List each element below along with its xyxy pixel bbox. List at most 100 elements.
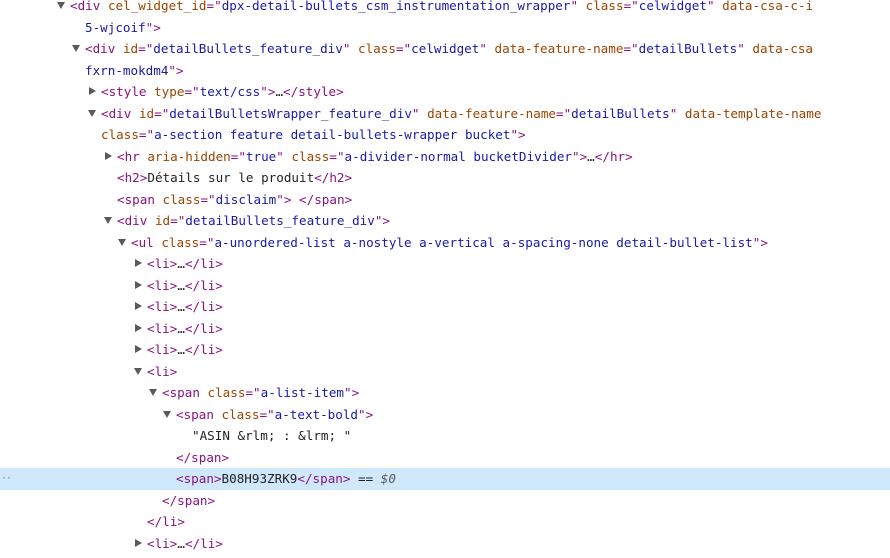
- dom-node-row[interactable]: <li>…</li>: [0, 296, 890, 318]
- dom-node-row[interactable]: </li>: [0, 511, 890, 533]
- expand-triangle-icon[interactable]: [135, 538, 142, 547]
- collapse-triangle-icon[interactable]: [88, 109, 96, 117]
- markup-token-val: a-section feature detail-bullets-wrapper…: [154, 127, 511, 142]
- collapse-triangle-icon[interactable]: [163, 410, 171, 418]
- markup-token-punct: </: [299, 191, 315, 207]
- markup-token-attr: class: [291, 148, 330, 164]
- markup-token-attr: class: [207, 385, 246, 400]
- dom-node-row[interactable]: <h2>Détails sur le produit</h2>: [0, 167, 890, 189]
- dom-node-row[interactable]: <li>…</li>: [0, 533, 890, 555]
- markup-token-val: a-unordered-list a-nostyle a-vertical a-…: [214, 234, 753, 250]
- dom-node-row[interactable]: <style type="text/css">…</style>: [0, 81, 890, 103]
- markup-token-tag: li: [200, 277, 216, 293]
- collapse-triangle-icon[interactable]: [104, 217, 112, 224]
- expand-triangle-icon[interactable]: [135, 323, 142, 332]
- markup-token-val: 5-wjcoif: [85, 19, 146, 35]
- collapse-triangle-icon[interactable]: [57, 2, 65, 9]
- dom-node-row[interactable]: </span>: [0, 447, 890, 469]
- dom-node-row[interactable]: 5-wjcoif">: [0, 17, 890, 39]
- markup-token-tag: li: [154, 320, 170, 336]
- dom-node-row[interactable]: "ASIN &rlm; : &lrm; ": [0, 425, 890, 447]
- markup-token-tag: li: [154, 363, 170, 379]
- markup-token-tag: div: [92, 41, 123, 56]
- markup-token-punct: </: [594, 148, 610, 164]
- dom-node-markup: <ul class="a-unordered-list a-nostyle a-…: [131, 232, 768, 254]
- markup-token-punct: <: [176, 406, 184, 422]
- markup-token-punct: >: [207, 492, 216, 508]
- markup-token-ellipsis: …: [177, 320, 185, 336]
- dom-node-row[interactable]: <span class="disclaim"> </span>: [0, 189, 890, 211]
- dom-node-markup: <li>…</li>: [147, 253, 223, 275]
- dom-node-row[interactable]: <div id="detailBulletsWrapper_feature_di…: [0, 103, 890, 125]
- expand-triangle-icon[interactable]: [135, 302, 142, 310]
- markup-token-punct: </: [184, 535, 201, 551]
- markup-token-eq: =": [138, 127, 155, 142]
- dom-node-row[interactable]: <div id="detailBullets_feature_div" clas…: [0, 38, 890, 60]
- markup-token-attr: id: [154, 213, 171, 228]
- markup-token-punct: >: [215, 535, 223, 551]
- dom-node-markup: </span>: [162, 490, 215, 512]
- collapse-triangle-icon[interactable]: [118, 238, 126, 246]
- markup-token-eq: ">: [344, 385, 360, 400]
- dom-node-row[interactable]: <div cel_widget_id="dpx-detail-bullets_c…: [0, 0, 890, 17]
- markup-token-punct: >: [344, 170, 353, 185]
- markup-token-ellipsis: …: [177, 535, 185, 551]
- dom-node-markup: <div id="detailBullets_feature_div">: [117, 210, 390, 232]
- expand-triangle-icon[interactable]: [135, 259, 142, 267]
- markup-token-punct: >: [221, 449, 230, 465]
- markup-token-tag: li: [200, 299, 216, 314]
- dom-node-row[interactable]: <li>…</li>: [0, 318, 890, 340]
- markup-token-punct: <: [117, 148, 125, 164]
- dom-node-row[interactable]: <span class="a-text-bold">: [0, 404, 890, 426]
- dom-node-row[interactable]: <li>…</li>: [0, 275, 890, 297]
- markup-token-val: disclaim: [215, 191, 277, 207]
- expand-triangle-icon[interactable]: [105, 151, 112, 160]
- markup-token-tag: li: [200, 256, 216, 271]
- markup-token-tag: hr: [609, 148, 626, 164]
- markup-token-attr: class: [585, 0, 624, 13]
- dom-node-markup: fxrn-mokdm4">: [85, 60, 184, 82]
- collapse-triangle-icon[interactable]: [134, 367, 142, 375]
- dom-node-row[interactable]: <li>…</li>: [0, 339, 890, 361]
- markup-token-eq: ">: [572, 148, 588, 164]
- markup-token-tag: span: [177, 492, 208, 508]
- dom-node-markup: </span>: [176, 447, 229, 469]
- expand-triangle-icon[interactable]: [89, 87, 96, 95]
- dom-node-markup: <hr aria-hidden="true" class="a-divider-…: [117, 146, 633, 168]
- markup-token-val: fxrn-mokdm4: [85, 62, 169, 78]
- dom-node-row[interactable]: <div id="detailBullets_feature_div">: [0, 210, 890, 232]
- dom-node-markup: class="a-section feature detail-bullets-…: [101, 124, 526, 146]
- markup-token-val: a-divider-normal bucketDivider: [344, 148, 572, 164]
- collapse-triangle-icon[interactable]: [149, 389, 157, 396]
- markup-token-eq: ": [411, 105, 428, 121]
- markup-token-punct: >: [215, 277, 223, 293]
- markup-token-punct: <: [176, 471, 184, 486]
- dom-node-row[interactable]: <span class="a-list-item">: [0, 382, 890, 404]
- markup-token-attr: id: [122, 41, 139, 56]
- expand-triangle-icon[interactable]: [135, 280, 142, 289]
- dom-node-row[interactable]: </span>: [0, 490, 890, 512]
- markup-token-punct: >: [169, 363, 178, 379]
- dom-node-row[interactable]: <li>…</li>: [0, 253, 890, 275]
- markup-token-punct: >: [215, 256, 223, 271]
- markup-token-eq: =": [329, 148, 345, 164]
- markup-token-tag: div: [124, 213, 155, 228]
- expand-triangle-icon[interactable]: [135, 345, 142, 353]
- dom-node-row[interactable]: class="a-section feature detail-bullets-…: [0, 124, 890, 146]
- dom-node-row[interactable]: <hr aria-hidden="true" class="a-divider-…: [0, 146, 890, 168]
- selected-node-gutter-marker: ··: [1, 473, 12, 484]
- markup-token-tag: li: [154, 299, 170, 314]
- dom-node-row[interactable]: <ul class="a-unordered-list a-nostyle a-…: [0, 232, 890, 254]
- markup-token-punct: >: [625, 148, 633, 164]
- dom-node-row-selected[interactable]: ·· <span>B08H93ZRK9</span> == $0: [0, 468, 890, 490]
- dom-node-markup: <li>…</li>: [147, 275, 223, 297]
- collapse-triangle-icon[interactable]: [72, 45, 80, 52]
- dom-node-row[interactable]: fxrn-mokdm4">: [0, 60, 890, 82]
- markup-token-attr: type: [154, 84, 185, 99]
- markup-token-eq: =": [245, 385, 261, 400]
- markup-token-punct: <: [147, 535, 155, 551]
- dom-node-markup: <span>B08H93ZRK9</span> == $0: [176, 468, 396, 490]
- markup-token-punct: </: [184, 342, 201, 357]
- dom-node-row[interactable]: <li>: [0, 361, 890, 383]
- markup-token-eq: ">: [168, 62, 184, 78]
